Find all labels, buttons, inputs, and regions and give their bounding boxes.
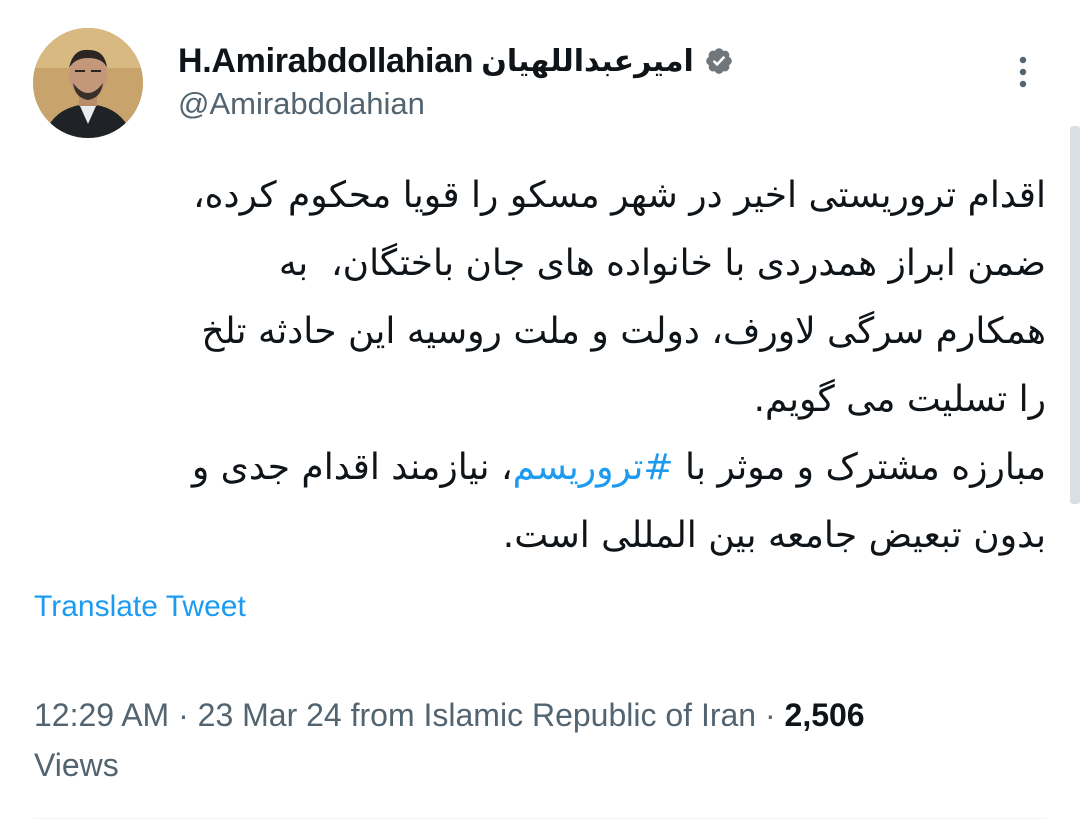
author-name-row: H.Amirabdollahian امیرعبداللهیان <box>178 40 734 82</box>
tweet-date[interactable]: 23 Mar 24 <box>198 697 342 733</box>
author-handle[interactable]: @Amirabdolahian <box>178 86 425 122</box>
tweet-line: اقدام تروریستی اخیر در شهر مسکو را قویا … <box>193 175 1046 216</box>
views-label: Views <box>34 747 119 783</box>
hashtag-link[interactable]: #تروریسم <box>513 447 674 488</box>
scrollbar[interactable] <box>1070 126 1080 504</box>
verified-badge-icon <box>704 46 734 76</box>
divider <box>34 818 1046 819</box>
tweet-line: بدون تبعیض جامعه بین المللی است. <box>502 515 1046 556</box>
tweet-line: ، نیازمند اقدام جدی و <box>191 447 513 488</box>
tweet-time[interactable]: 12:29 AM <box>34 697 169 733</box>
views-count: 2,506 <box>784 697 865 733</box>
tweet-source: from Islamic Republic of Iran <box>350 697 757 733</box>
profile-photo <box>33 28 143 138</box>
tweet-line: را تسلیت می گویم. <box>753 379 1046 420</box>
author-display-name-fa[interactable]: امیرعبداللهیان <box>481 44 694 79</box>
tweet-line: ضمن ابراز همدردی با خانواده های جان باخت… <box>278 243 1046 284</box>
author-display-name[interactable]: H.Amirabdollahian <box>178 42 474 81</box>
tweet-metadata: 12:29 AM · 23 Mar 24 from Islamic Republ… <box>34 697 865 783</box>
translate-tweet-link[interactable]: Translate Tweet <box>34 590 246 624</box>
tweet-line: همکارم سرگی لاورف، دولت و ملت روسیه این … <box>201 311 1046 352</box>
more-vertical-icon[interactable] <box>1008 52 1038 92</box>
tweet-text: اقدام تروریستی اخیر در شهر مسکو را قویا … <box>34 162 1046 570</box>
avatar[interactable] <box>33 28 143 138</box>
tweet-line: مبارزه مشترک و موثر با <box>673 447 1046 488</box>
